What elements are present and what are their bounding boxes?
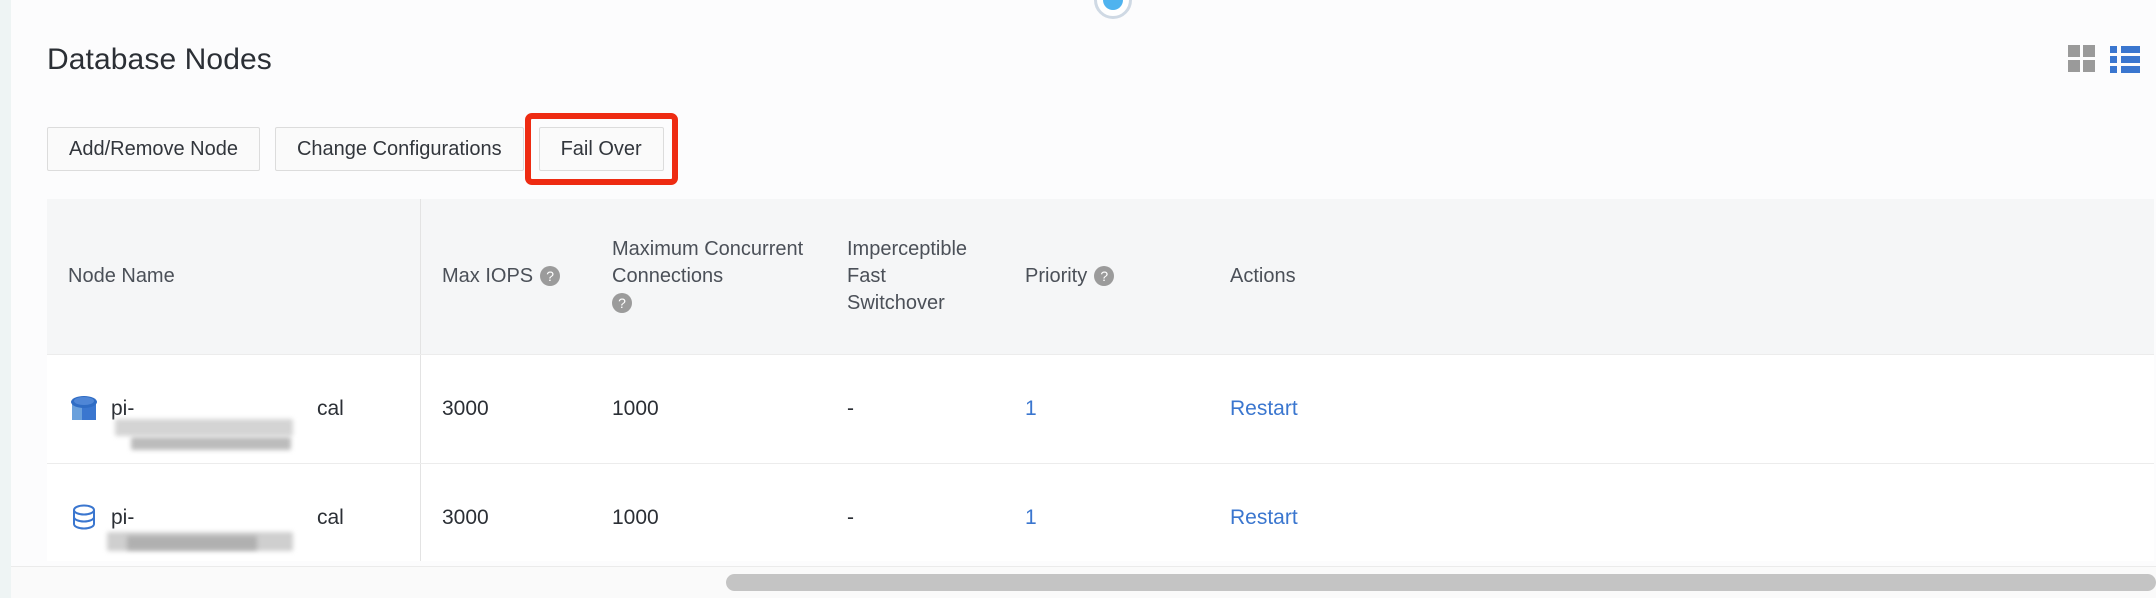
node-name-text: pi- [107, 506, 293, 551]
cell-fast-switchover: - [826, 463, 1004, 561]
action-button-row: Add/Remove Node Change Configurations Fa… [47, 113, 678, 185]
list-view-icon[interactable] [2110, 44, 2140, 73]
cell-actions: Restart [1209, 463, 2154, 561]
table-header-row: Node Name Max IOPS? Maximum Concurrent C… [47, 199, 2154, 355]
priority-link[interactable]: 1 [1025, 506, 1037, 529]
column-header-node-name: Node Name [47, 199, 421, 355]
list-bar [2121, 56, 2140, 63]
cell-max-connections: 1000 [591, 463, 826, 561]
step-dot-icon[interactable] [1094, 0, 1132, 19]
cell-fast-switchover: - [826, 354, 1004, 464]
redacted-name-block [115, 419, 293, 436]
cell-actions: Restart [1209, 354, 2154, 464]
cell-max-iops: 3000 [421, 463, 591, 561]
node-name-overflow-text: cal [317, 506, 344, 529]
horizontal-scrollbar[interactable] [11, 566, 2156, 598]
column-header-max-iops: Max IOPS? [421, 199, 591, 355]
database-nodes-card: Database Nodes Add/Remove Node Change Co… [11, 0, 2156, 598]
grid-cell [2083, 60, 2095, 72]
column-header-label: Max IOPS [442, 265, 534, 287]
column-header-fast-switchover: Imperceptible Fast Switchover [826, 199, 1004, 355]
column-header-label: Actions [1230, 265, 1296, 287]
database-primary-icon [71, 396, 97, 420]
cell-node-name: pi- cal [47, 463, 421, 561]
grid-cell [2083, 45, 2095, 57]
column-header-label: Node Name [68, 265, 175, 287]
cell-node-name: pi- cal [47, 354, 421, 464]
restart-link[interactable]: Restart [1230, 397, 1298, 420]
cell-priority: 1 [1004, 354, 1209, 464]
horizontal-scrollbar-thumb[interactable] [726, 574, 2156, 591]
list-bullet [2110, 46, 2117, 53]
node-name-prefix: pi- [111, 397, 135, 420]
redacted-name-block [131, 437, 291, 450]
change-configurations-button[interactable]: Change Configurations [274, 127, 524, 171]
column-header-priority: Priority? [1004, 199, 1209, 355]
grid-cell [2068, 60, 2080, 72]
column-header-label-line2: Fast [847, 265, 886, 287]
cell-priority: 1 [1004, 463, 1209, 561]
column-header-max-connections: Maximum Concurrent Connections ? [591, 199, 826, 355]
page-title: Database Nodes [47, 43, 272, 76]
fail-over-button-wrapper: Fail Over [524, 113, 678, 185]
table-head: Node Name Max IOPS? Maximum Concurrent C… [47, 199, 2154, 355]
list-bar [2121, 46, 2140, 53]
nodes-table-scroll-area[interactable]: Node Name Max IOPS? Maximum Concurrent C… [47, 199, 2154, 561]
column-header-label-line1: Maximum Concurrent [612, 238, 804, 260]
help-icon[interactable]: ? [540, 266, 561, 286]
column-header-label: Priority [1025, 265, 1088, 287]
list-bar [2121, 66, 2140, 73]
table-row[interactable]: pi- cal 3000 1000 - 1 Restart [47, 354, 2154, 464]
list-bullet [2110, 56, 2117, 63]
grid-view-icon[interactable] [2068, 44, 2098, 72]
add-remove-node-button[interactable]: Add/Remove Node [47, 127, 260, 171]
column-header-label-line2: Connections [612, 265, 724, 287]
node-name-prefix: pi- [111, 506, 135, 529]
database-replica-icon [73, 504, 95, 530]
node-name-overflow-text: cal [317, 397, 344, 420]
priority-link[interactable]: 1 [1025, 397, 1037, 420]
cell-max-iops: 3000 [421, 354, 591, 464]
table-row[interactable]: pi- cal 3000 1000 - 1 Restart [47, 463, 2154, 561]
cell-max-connections: 1000 [591, 354, 826, 464]
fail-over-button[interactable]: Fail Over [538, 127, 664, 171]
help-icon[interactable]: ? [1094, 266, 1115, 286]
column-header-label-line3: Switchover [847, 292, 945, 314]
database-nodes-table: Node Name Max IOPS? Maximum Concurrent C… [47, 199, 2154, 561]
table-body: pi- cal 3000 1000 - 1 Restart pi- cal 30… [47, 354, 2154, 561]
restart-link[interactable]: Restart [1230, 506, 1298, 529]
page-root: Database Nodes Add/Remove Node Change Co… [0, 0, 2156, 598]
column-header-label-line1: Imperceptible [847, 238, 968, 260]
column-header-actions: Actions [1209, 199, 2154, 355]
help-icon[interactable]: ? [612, 293, 632, 313]
step-dot-inner [1103, 0, 1123, 10]
node-name-text: pi- [111, 397, 293, 450]
view-toggle [2068, 44, 2140, 73]
redacted-name-block [127, 536, 257, 550]
list-bullet [2110, 66, 2117, 73]
grid-cell [2068, 45, 2080, 57]
